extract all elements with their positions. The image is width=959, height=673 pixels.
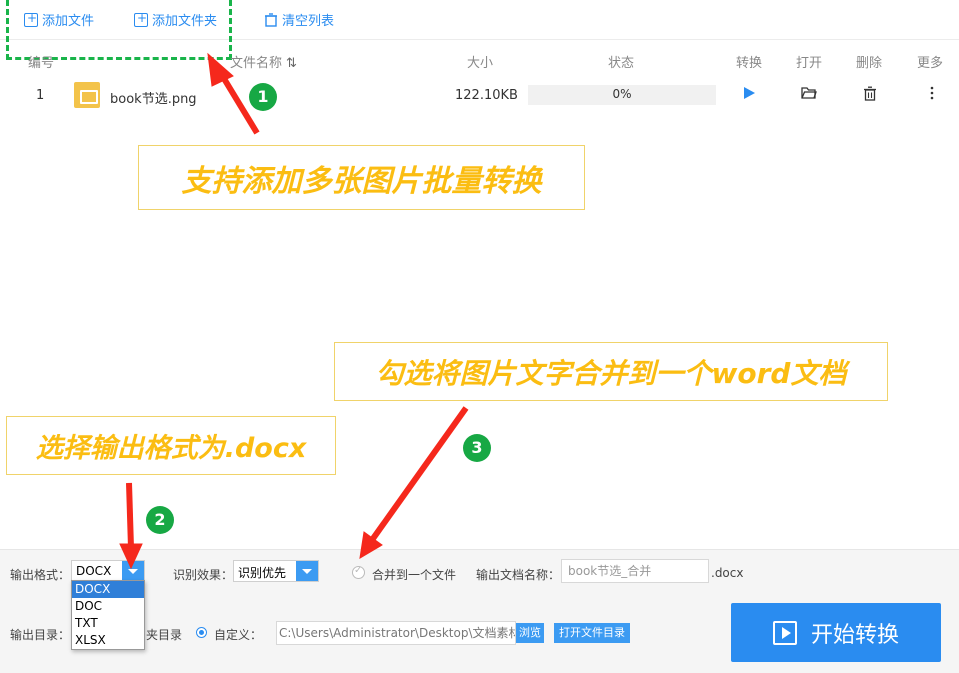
header-delete: 删除: [856, 56, 883, 71]
custom-dir-radio[interactable]: [196, 627, 207, 638]
header-more: 更多: [917, 56, 944, 71]
header-open: 打开: [796, 56, 823, 71]
chevron-down-icon[interactable]: [296, 561, 318, 581]
header-name-label: 文件名称: [230, 56, 283, 71]
docname-label: 输出文档名称：: [476, 568, 561, 582]
row-size: 122.10KB: [455, 88, 518, 103]
delete-trash-icon[interactable]: [863, 86, 877, 104]
arrow-2: [126, 482, 134, 549]
start-convert-button[interactable]: 开始转换: [731, 603, 941, 662]
row-index: 1: [36, 88, 45, 103]
format-option-doc[interactable]: DOC: [72, 598, 144, 615]
clear-list-button[interactable]: 清空列表: [264, 10, 334, 29]
merge-label: 合并到一个文件: [372, 568, 457, 582]
arrow-3: [369, 406, 469, 542]
format-option-txt[interactable]: TXT: [72, 615, 144, 632]
recognize-select-value: 识别优先: [238, 566, 287, 580]
recognize-select[interactable]: 识别优先: [233, 560, 319, 582]
header-status: 状态: [608, 56, 635, 71]
output-path-input[interactable]: C:\Users\Administrator\Desktop\文档素材: [276, 621, 516, 645]
clear-list-label: 清空列表: [282, 14, 335, 29]
play-icon: [772, 620, 797, 645]
callout-format: 选择输出格式为.docx: [6, 416, 336, 475]
header-name[interactable]: 文件名称 ⇅: [230, 52, 297, 71]
format-option-docx[interactable]: DOCX: [72, 581, 144, 598]
start-convert-label: 开始转换: [810, 622, 899, 648]
progress-text: 0%: [612, 87, 632, 101]
docname-extension: .docx: [711, 566, 744, 580]
open-dir-button[interactable]: 打开文件目录: [554, 623, 630, 643]
header-index: 编号: [28, 56, 55, 71]
header-convert: 转换: [736, 56, 763, 71]
table-header: 编号 文件名称 ⇅ 大小 状态 转换 打开 删除 更多: [0, 44, 959, 74]
step-badge-1: 1: [249, 83, 277, 111]
format-select[interactable]: DOCX: [71, 560, 145, 582]
more-vertical-icon[interactable]: [929, 86, 935, 103]
step-badge-3: 3: [463, 434, 491, 462]
header-size: 大小: [467, 56, 494, 71]
progress-bar: 0%: [528, 85, 716, 105]
trash-icon: [264, 12, 278, 27]
sort-icon[interactable]: ⇅: [286, 56, 297, 71]
format-label: 输出格式：: [10, 568, 71, 582]
step-badge-2: 2: [146, 506, 174, 534]
chevron-down-icon[interactable]: [122, 561, 144, 581]
callout-batch: 支持添加多张图片批量转换: [138, 145, 585, 210]
recognize-label: 识别效果：: [173, 568, 234, 582]
image-file-icon: [74, 82, 100, 108]
open-folder-icon[interactable]: [801, 86, 817, 103]
convert-play-icon[interactable]: [742, 86, 756, 103]
docname-input[interactable]: book节选_合并: [561, 559, 709, 583]
row-filename: book节选.png: [110, 92, 197, 107]
source-folder-option-label: 夹目录: [146, 628, 183, 642]
format-select-value: DOCX: [76, 564, 112, 578]
output-dir-label: 输出目录：: [10, 628, 71, 642]
browse-button[interactable]: 浏览: [516, 623, 544, 643]
format-dropdown: DOCX DOC TXT XLSX: [71, 580, 145, 650]
custom-dir-label: 自定义：: [214, 628, 263, 642]
callout-merge: 勾选将图片文字合并到一个word文档: [334, 342, 888, 401]
merge-checkbox[interactable]: [352, 565, 365, 579]
format-option-xlsx[interactable]: XLSX: [72, 632, 144, 649]
